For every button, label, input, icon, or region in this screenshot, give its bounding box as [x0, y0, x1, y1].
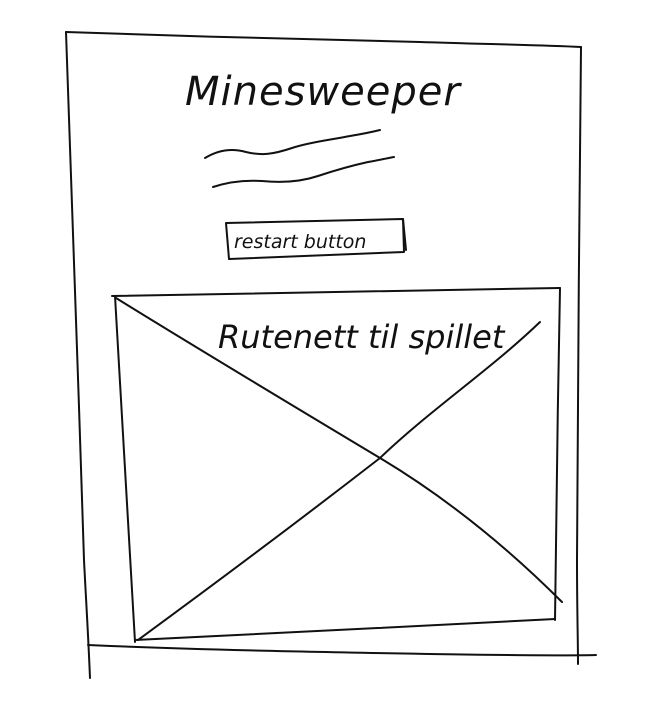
squiggle-lines-icon: [204, 129, 395, 188]
restart-button-label: restart button: [234, 231, 366, 253]
page-title: Minesweeper: [185, 69, 462, 115]
grid-label: Rutenett til spillet: [218, 318, 506, 356]
restart-button[interactable]: restart button: [225, 218, 407, 260]
game-grid-placeholder: Rutenett til spillet: [111, 287, 563, 643]
wireframe-sketch: Minesweeper restart button Rutenett til …: [65, 31, 597, 679]
